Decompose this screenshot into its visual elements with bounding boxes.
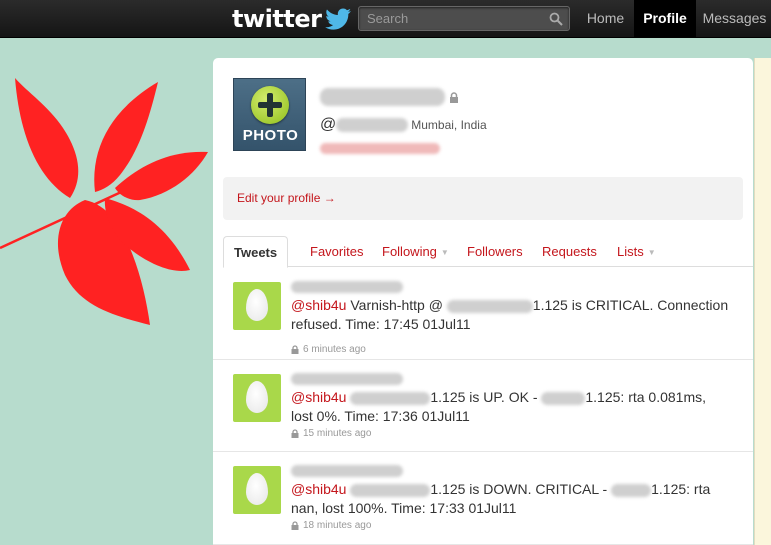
egg-icon bbox=[246, 289, 268, 321]
tab-following[interactable]: Following ▼ bbox=[372, 236, 459, 267]
redacted-ip bbox=[350, 483, 431, 497]
redacted-author bbox=[291, 280, 403, 293]
profile-panel: PHOTO @ Mumbai, India Edit your profile … bbox=[213, 58, 753, 545]
mention-link[interactable]: @shib4u bbox=[291, 389, 346, 405]
tweet-time-text: 15 minutes ago bbox=[303, 428, 372, 439]
profile-photo-placeholder[interactable]: PHOTO bbox=[233, 78, 306, 151]
profile-tabs: Tweets Favorites Following ▼ Followers Re… bbox=[223, 236, 753, 268]
avatar[interactable] bbox=[233, 466, 281, 514]
redacted-ip bbox=[350, 391, 431, 405]
profile-location: Mumbai, India bbox=[411, 118, 487, 132]
handle-at-symbol: @ bbox=[320, 116, 337, 133]
tweet-item[interactable]: @shib4u 1.125 is UP. OK - 1.125: rta 0.0… bbox=[213, 360, 753, 452]
profile-name bbox=[320, 86, 459, 108]
tab-tweets[interactable]: Tweets bbox=[223, 236, 289, 268]
logo-text: twitter bbox=[232, 5, 322, 33]
tweet-author[interactable] bbox=[291, 462, 403, 477]
lock-icon bbox=[450, 91, 458, 103]
tweet-time-text: 18 minutes ago bbox=[303, 520, 372, 531]
tweet-text-part: 1.125 is DOWN. CRITICAL - bbox=[430, 481, 612, 497]
tab-followers[interactable]: Followers bbox=[457, 236, 533, 267]
tweet-item[interactable]: @shib4u Varnish-http @ 1.125 is CRITICAL… bbox=[213, 268, 753, 360]
edit-profile-link[interactable]: Edit your profile → bbox=[237, 191, 336, 205]
profile-url[interactable] bbox=[320, 140, 440, 155]
tab-label: Requests bbox=[542, 244, 597, 259]
lock-icon bbox=[291, 345, 299, 354]
tweet-time-text: 6 minutes ago bbox=[303, 344, 366, 355]
avatar[interactable] bbox=[233, 282, 281, 330]
redacted-name bbox=[320, 88, 445, 106]
search-box bbox=[358, 6, 570, 31]
tab-label: Following bbox=[382, 244, 437, 259]
redacted-handle bbox=[336, 118, 409, 132]
egg-icon bbox=[246, 381, 268, 413]
tab-lists[interactable]: Lists ▼ bbox=[607, 236, 666, 267]
tweet-text-part: 1.125 is UP. OK - bbox=[430, 389, 542, 405]
twitter-logo[interactable]: twitter bbox=[232, 5, 352, 33]
search-icon[interactable] bbox=[543, 7, 569, 30]
top-navigation-bar: twitter Home Profile Messages bbox=[0, 0, 771, 38]
tweet-timestamp[interactable]: 6 minutes ago bbox=[291, 344, 366, 355]
tweet-timestamp[interactable]: 18 minutes ago bbox=[291, 520, 371, 531]
redacted-author bbox=[291, 464, 403, 477]
avatar[interactable] bbox=[233, 374, 281, 422]
bird-icon bbox=[325, 8, 352, 30]
tweet-timestamp[interactable]: 15 minutes ago bbox=[291, 428, 371, 439]
nav-messages[interactable]: Messages bbox=[698, 0, 771, 37]
leaf-background-image bbox=[0, 78, 208, 325]
lock-icon bbox=[291, 521, 299, 530]
nav-home[interactable]: Home bbox=[578, 0, 633, 37]
redacted-ip bbox=[541, 391, 586, 405]
redacted-url bbox=[320, 143, 440, 155]
chevron-down-icon: ▼ bbox=[440, 248, 449, 258]
tweet-text: @shib4u 1.125 is UP. OK - 1.125: rta 0.0… bbox=[291, 388, 731, 426]
tab-requests[interactable]: Requests bbox=[532, 236, 607, 267]
mention-link[interactable]: @shib4u bbox=[291, 297, 346, 313]
tweet-text: @shib4u Varnish-http @ 1.125 is CRITICAL… bbox=[291, 296, 731, 334]
tweet-text-part: Varnish-http @ bbox=[346, 297, 447, 313]
right-sidebar-strip bbox=[754, 58, 771, 545]
tweet-author[interactable] bbox=[291, 278, 403, 293]
tab-label: Followers bbox=[467, 244, 523, 259]
profile-handle-row: @ Mumbai, India bbox=[320, 116, 487, 134]
avatar-label: PHOTO bbox=[242, 127, 299, 144]
lock-icon bbox=[291, 429, 299, 438]
chevron-down-icon: ▼ bbox=[647, 248, 656, 258]
add-photo-icon bbox=[251, 86, 289, 124]
tweet-author[interactable] bbox=[291, 370, 403, 385]
search-input[interactable] bbox=[359, 11, 543, 26]
redacted-author bbox=[291, 372, 403, 385]
tab-label: Tweets bbox=[234, 245, 278, 260]
tab-favorites[interactable]: Favorites bbox=[300, 236, 373, 267]
redacted-ip bbox=[446, 299, 533, 313]
egg-icon bbox=[246, 473, 268, 505]
edit-profile-box: Edit your profile → bbox=[223, 177, 743, 220]
tweet-text: @shib4u 1.125 is DOWN. CRITICAL - 1.125:… bbox=[291, 480, 731, 518]
tab-label: Lists bbox=[617, 244, 644, 259]
mention-link[interactable]: @shib4u bbox=[291, 481, 346, 497]
nav-profile[interactable]: Profile bbox=[634, 0, 696, 37]
tab-label: Favorites bbox=[310, 244, 364, 259]
tweet-item[interactable]: @shib4u 1.125 is DOWN. CRITICAL - 1.125:… bbox=[213, 452, 753, 545]
redacted-ip bbox=[611, 483, 652, 497]
